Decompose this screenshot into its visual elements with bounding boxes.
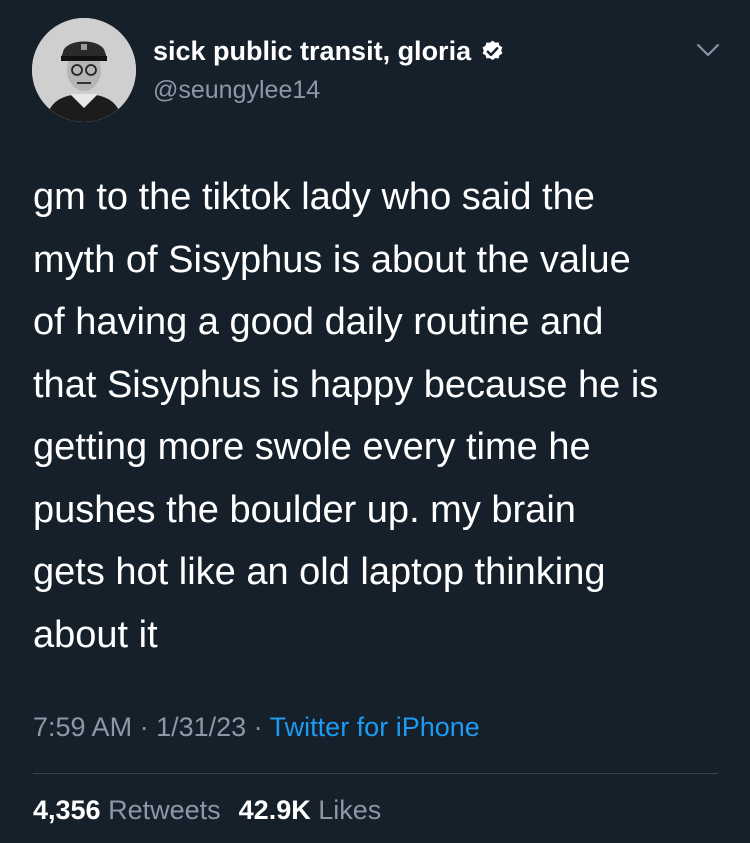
avatar-photo-icon: [32, 18, 136, 122]
tweet-line: gm to the tiktok lady who said the: [33, 176, 595, 218]
meta-separator: ·: [132, 712, 157, 742]
tweet-meta: 7:59 AM · 1/31/23 · Twitter for iPhone: [33, 712, 480, 743]
tweet-stats: 4,356 Retweets 42.9K Likes: [33, 795, 381, 826]
tweet-line: getting more swole every time he: [33, 426, 591, 468]
author-handle[interactable]: @seungylee14: [153, 76, 320, 105]
avatar[interactable]: [32, 18, 136, 122]
chevron-down-icon[interactable]: [696, 42, 720, 58]
verified-badge-icon: [482, 40, 503, 61]
likes-stat[interactable]: 42.9K Likes: [239, 795, 382, 825]
tweet-line: myth of Sisyphus is about the value: [33, 238, 631, 281]
tweet-date[interactable]: 1/31/23: [156, 712, 246, 742]
author-display-name-text: sick public transit, gloria: [153, 36, 472, 66]
tweet-line: gets hot like an old laptop thinking: [33, 551, 606, 593]
tweet-source-link[interactable]: Twitter for iPhone: [270, 712, 480, 742]
tweet-line: about it: [33, 613, 158, 656]
tweet-line: that Sisyphus is happy because he is: [33, 363, 659, 406]
retweets-stat[interactable]: 4,356 Retweets: [33, 795, 221, 825]
tweet-line: pushes the boulder up. my brain: [33, 488, 576, 531]
divider: [33, 773, 718, 774]
meta-separator: ·: [246, 712, 270, 742]
retweets-count: 4,356: [33, 795, 101, 825]
tweet-line: of having a good daily routine and: [33, 301, 604, 343]
retweets-label: Retweets: [108, 795, 221, 825]
tweet-text: gm to the tiktok lady who said the myth …: [33, 166, 733, 666]
author-display-name[interactable]: sick public transit, gloria: [153, 36, 505, 67]
likes-label: Likes: [318, 795, 382, 825]
tweet-time[interactable]: 7:59 AM: [33, 712, 132, 742]
likes-count: 42.9K: [238, 795, 311, 825]
